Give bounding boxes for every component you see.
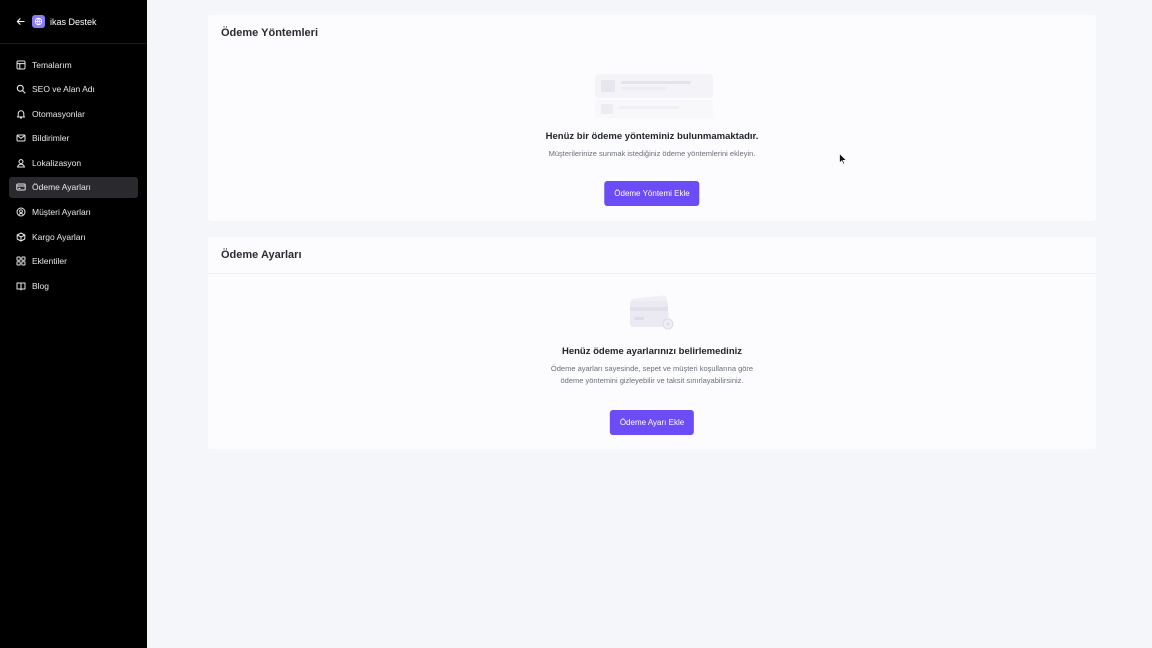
card-title: Ödeme Yöntemleri: [221, 27, 318, 39]
sidebar-item-seo[interactable]: SEO ve Alan Adı: [9, 79, 138, 100]
arrow-left-icon[interactable]: [16, 17, 26, 27]
sidebar-item-label: Bildirimler: [32, 133, 70, 144]
brand-logo: [32, 15, 45, 28]
user-circle-icon: [16, 207, 26, 217]
sidebar-item-bildirimler[interactable]: Bildirimler: [9, 128, 138, 149]
card-title: Ödeme Ayarları: [221, 249, 302, 261]
sidebar-item-label: Otomasyonlar: [32, 108, 85, 119]
brand-title: ikas Destek: [50, 16, 97, 27]
sidebar-item-label: Kargo Ayarları: [32, 231, 86, 242]
sidebar-item-label: Temalarım: [32, 59, 72, 70]
sidebar-item-odeme-ayarlari[interactable]: Ödeme Ayarları: [9, 176, 138, 198]
sidebar-item-otomasyonlar[interactable]: Otomasyonlar: [9, 103, 138, 124]
box-icon: [16, 232, 26, 242]
sidebar-item-lokalizasyon[interactable]: Lokalizasyon: [9, 152, 138, 173]
mouse-cursor-icon: [839, 152, 848, 170]
empty-state-description-line1: Ödeme ayarları sayesinde, sepet ve müşte…: [550, 364, 754, 373]
payment-list-illustration: [587, 72, 717, 125]
credit-card-icon: [16, 182, 26, 192]
sidebar: ikas Destek Temalarım SEO ve Alan Adı Ot…: [0, 0, 147, 648]
person-pin-icon: [16, 158, 26, 168]
payment-settings-card: Ödeme Ayarları Henüz ödeme ayarlarınızı …: [208, 237, 1096, 449]
sidebar-item-kargo-ayarlari[interactable]: Kargo Ayarları: [9, 226, 138, 247]
mail-icon: [16, 133, 26, 143]
sidebar-header: ikas Destek: [0, 0, 147, 44]
sidebar-item-label: Eklentiler: [32, 256, 67, 267]
card-divider: [208, 273, 1096, 274]
empty-state-description: Müşterilerinize sunmak istediğiniz ödeme…: [548, 149, 756, 158]
sidebar-item-label: Blog: [32, 280, 50, 291]
add-payment-method-button[interactable]: Ödeme Yöntemi Ekle: [604, 181, 700, 206]
sidebar-item-temalarim[interactable]: Temalarım: [9, 54, 138, 75]
add-payment-setting-button[interactable]: Ödeme Ayarı Ekle: [609, 410, 695, 435]
sidebar-item-label: Müşteri Ayarları: [32, 207, 91, 218]
sidebar-nav: Temalarım SEO ve Alan Adı Otomasyonlar B…: [0, 44, 147, 296]
credit-card-illustration: [626, 293, 678, 338]
book-icon: [16, 281, 26, 291]
bell-icon: [16, 109, 26, 119]
sidebar-item-label: SEO ve Alan Adı: [32, 84, 95, 95]
search-icon: [16, 84, 26, 94]
empty-state-title: Henüz bir ödeme yönteminiz bulunmamaktad…: [545, 131, 759, 142]
sidebar-item-label: Ödeme Ayarları: [32, 182, 91, 193]
payment-methods-card: Ödeme Yöntemleri Henüz bir ödeme yöntemi…: [208, 15, 1096, 221]
grid-icon: [16, 256, 26, 266]
sidebar-item-musteri-ayarlari[interactable]: Müşteri Ayarları: [9, 202, 138, 223]
sidebar-item-eklentiler[interactable]: Eklentiler: [9, 251, 138, 272]
empty-state-description-line2: ödeme yöntemini gizleyebilir ve taksit s…: [560, 376, 744, 385]
layout-icon: [16, 60, 26, 70]
sidebar-item-blog[interactable]: Blog: [9, 275, 138, 296]
empty-state-title: Henüz ödeme ayarlarınızı belirlemediniz: [561, 346, 743, 357]
sidebar-item-label: Lokalizasyon: [32, 157, 82, 168]
